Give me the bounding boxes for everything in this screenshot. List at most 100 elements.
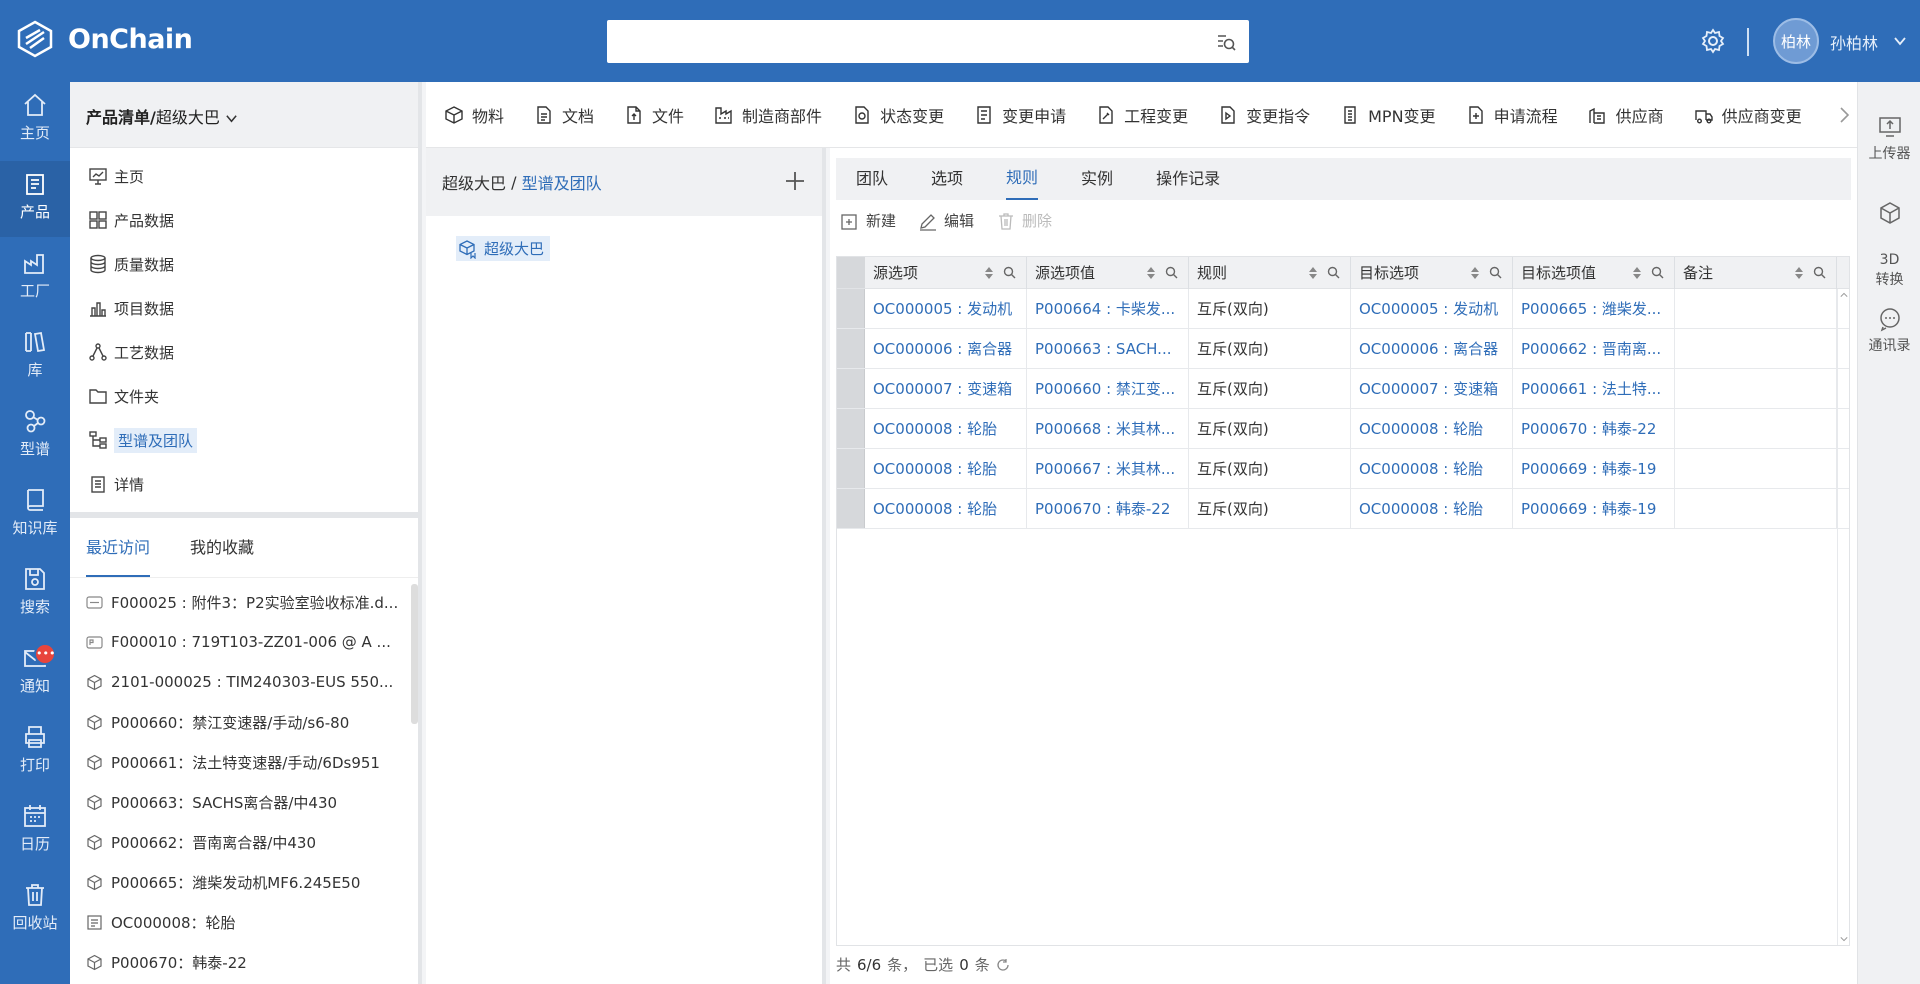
cell-source-value[interactable]: P000668 : 米其林... — [1027, 409, 1189, 449]
select-all-cell[interactable] — [837, 257, 865, 288]
table-row[interactable]: OC000008 : 轮胎 P000668 : 米其林... 互斥(双向) OC… — [837, 409, 1849, 449]
scroll-up-icon[interactable] — [1839, 291, 1849, 299]
search-icon[interactable] — [1489, 266, 1502, 279]
table-row[interactable]: OC000005 : 发动机 P000664 : 卡柴发... 互斥(双向) O… — [837, 289, 1849, 329]
cell-target-option[interactable]: OC000007 : 变速箱 — [1351, 369, 1513, 409]
cell-source-value[interactable]: P000663 : SACH... — [1027, 329, 1189, 369]
chevron-right-icon[interactable] — [1837, 106, 1851, 124]
row-selector[interactable] — [837, 489, 865, 528]
cell-target-value[interactable]: P000662 : 晋南离... — [1513, 329, 1675, 369]
chevron-down-icon[interactable] — [225, 112, 238, 125]
user-avatar[interactable]: 柏林 — [1773, 18, 1819, 64]
cell-target-value[interactable]: P000670 : 韩泰-22 — [1513, 409, 1675, 449]
3d-convert-button[interactable]: 3D 转换 — [1858, 180, 1920, 290]
recent-scrollbar[interactable] — [411, 584, 418, 724]
contacts-button[interactable]: 通讯录 — [1858, 306, 1920, 356]
search-icon[interactable] — [1003, 266, 1016, 279]
toolbar-material[interactable]: 物料 — [444, 103, 504, 127]
tab-favorites[interactable]: 我的收藏 — [190, 518, 254, 577]
product-selector[interactable]: 产品清单/超级大巴 — [70, 82, 418, 148]
sort-icon[interactable] — [1470, 266, 1480, 280]
cell-source-option[interactable]: OC000007 : 变速箱 — [865, 369, 1027, 409]
toolbar-change-request[interactable]: 变更申请 — [974, 103, 1066, 127]
search-icon[interactable] — [1813, 266, 1826, 279]
toolbar-document[interactable]: 文档 — [534, 103, 594, 127]
toolbar-change-order[interactable]: 变更指令 — [1218, 103, 1310, 127]
username[interactable]: 孙柏林 — [1830, 30, 1878, 54]
recent-item[interactable]: OC000008：轮胎 — [70, 902, 418, 942]
rail-item-spectrum[interactable]: 型谱 — [0, 398, 70, 474]
table-row[interactable]: OC000008 : 轮胎 P000670 : 韩泰-22 互斥(双向) OC0… — [837, 489, 1849, 529]
cell-target-value[interactable]: P000661 : 法土特... — [1513, 369, 1675, 409]
rail-item-trash[interactable]: 回收站 — [0, 872, 70, 948]
refresh-icon[interactable] — [996, 958, 1010, 972]
logo[interactable]: OnChain — [16, 20, 193, 58]
rail-item-calendar[interactable]: 日历 — [0, 793, 70, 869]
rail-item-factory[interactable]: 工厂 — [0, 240, 70, 316]
tree-node-root[interactable]: 超级大巴 — [456, 236, 551, 261]
column-header-source-value[interactable]: 源选项值 — [1027, 257, 1189, 289]
row-selector[interactable] — [837, 289, 865, 328]
search-input[interactable] — [607, 20, 1197, 63]
sort-icon[interactable] — [1308, 266, 1318, 280]
column-header-source-option[interactable]: 源选项 — [865, 257, 1027, 289]
chevron-down-icon[interactable] — [1893, 34, 1907, 48]
sort-icon[interactable] — [1632, 266, 1642, 280]
table-row[interactable]: OC000006 : 离合器 P000663 : SACH... 互斥(双向) … — [837, 329, 1849, 369]
sort-icon[interactable] — [1146, 266, 1156, 280]
search-list-icon[interactable] — [1215, 31, 1237, 53]
cell-source-option[interactable]: OC000008 : 轮胎 — [865, 489, 1027, 529]
rail-item-knowledge[interactable]: 知识库 — [0, 477, 70, 553]
uploader-button[interactable]: 上传器 — [1858, 114, 1920, 164]
toolbar-mpn-change[interactable]: MPN变更 — [1340, 103, 1436, 127]
tab-options[interactable]: 选项 — [931, 158, 963, 200]
tab-recent-visits[interactable]: 最近访问 — [86, 518, 151, 577]
cell-source-option[interactable]: OC000008 : 轮胎 — [865, 449, 1027, 489]
search-icon[interactable] — [1651, 266, 1664, 279]
tab-operation-log[interactable]: 操作记录 — [1156, 158, 1220, 200]
sort-icon[interactable] — [1794, 266, 1804, 280]
menu-item-product-data[interactable]: 产品数据 — [70, 198, 418, 242]
rail-item-library[interactable]: 库 — [0, 319, 70, 395]
row-selector[interactable] — [837, 409, 865, 448]
edit-button[interactable]: 编辑 — [918, 210, 974, 231]
recent-item[interactable]: P000670：韩泰-22 — [70, 942, 418, 982]
toolbar-engineering-change[interactable]: 工程变更 — [1096, 103, 1188, 127]
recent-item[interactable]: P000662：晋南离合器/中430 — [70, 822, 418, 862]
column-header-remark[interactable]: 备注 — [1675, 257, 1837, 289]
scroll-down-icon[interactable] — [1839, 935, 1849, 943]
cell-source-value[interactable]: P000660 : 禁江变... — [1027, 369, 1189, 409]
cell-target-value[interactable]: P000665 : 潍柴发... — [1513, 289, 1675, 329]
menu-item-folder[interactable]: 文件夹 — [70, 374, 418, 418]
toolbar-supplier[interactable]: 供应商 — [1588, 103, 1664, 127]
cell-target-value[interactable]: P000669 : 韩泰-19 — [1513, 489, 1675, 529]
toolbar-manufacturer-part[interactable]: 制造商部件 — [714, 103, 822, 127]
tab-rules[interactable]: 规则 — [1006, 158, 1039, 200]
table-row[interactable]: OC000008 : 轮胎 P000667 : 米其林... 互斥(双向) OC… — [837, 449, 1849, 489]
new-button[interactable]: 新建 — [840, 210, 896, 231]
recent-item[interactable]: P000663：SACHS离合器/中430 — [70, 782, 418, 822]
recent-item[interactable]: P000661：法土特变速器/手动/6Ds951 — [70, 742, 418, 782]
recent-item[interactable]: 2101-000025 : TIM240303-EUS 550... — [70, 662, 418, 702]
menu-item-home[interactable]: 主页 — [70, 154, 418, 198]
toolbar-status-change[interactable]: 状态变更 — [852, 103, 944, 127]
settings-gear-icon[interactable] — [1700, 28, 1726, 54]
search-icon[interactable] — [1165, 266, 1178, 279]
cell-target-option[interactable]: OC000005 : 发动机 — [1351, 289, 1513, 329]
row-selector[interactable] — [837, 329, 865, 368]
add-icon[interactable] — [784, 170, 806, 192]
recent-item[interactable]: F000010 : 719T103-ZZ01-006 @ A ... — [70, 622, 418, 662]
column-header-target-value[interactable]: 目标选项值 — [1513, 257, 1675, 289]
row-selector[interactable] — [837, 369, 865, 408]
cell-target-option[interactable]: OC000008 : 轮胎 — [1351, 449, 1513, 489]
rail-item-home[interactable]: 主页 — [0, 82, 70, 158]
search-icon[interactable] — [1327, 266, 1340, 279]
cell-source-value[interactable]: P000670 : 韩泰-22 — [1027, 489, 1189, 529]
rail-item-notify[interactable]: ••• 通知 — [0, 635, 70, 711]
toolbar-application-process[interactable]: 申请流程 — [1466, 103, 1558, 127]
menu-item-project-data[interactable]: 项目数据 — [70, 286, 418, 330]
menu-item-quality-data[interactable]: 质量数据 — [70, 242, 418, 286]
cell-target-option[interactable]: OC000008 : 轮胎 — [1351, 489, 1513, 529]
cell-target-value[interactable]: P000669 : 韩泰-19 — [1513, 449, 1675, 489]
tab-team[interactable]: 团队 — [856, 158, 888, 200]
